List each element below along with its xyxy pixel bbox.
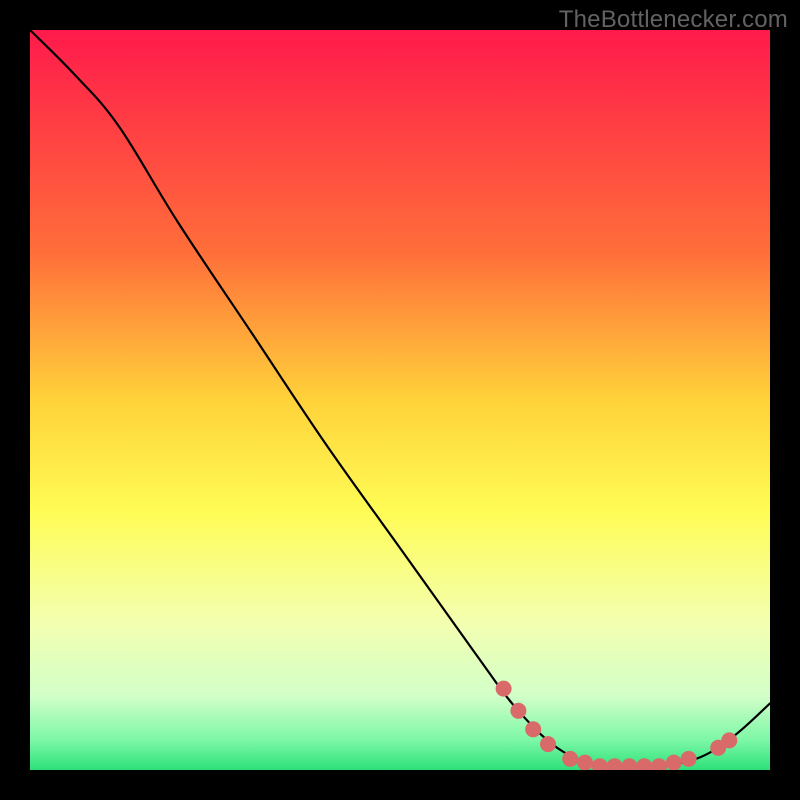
chart-svg bbox=[30, 30, 770, 770]
bottleneck-marker bbox=[681, 751, 697, 767]
bottleneck-chart bbox=[30, 30, 770, 770]
bottleneck-marker bbox=[562, 751, 578, 767]
bottleneck-marker bbox=[525, 721, 541, 737]
bottleneck-marker bbox=[540, 736, 556, 752]
bottleneck-marker bbox=[577, 755, 593, 770]
bottleneck-marker bbox=[496, 681, 512, 697]
bottleneck-marker bbox=[721, 732, 737, 748]
bottleneck-marker bbox=[510, 703, 526, 719]
bottleneck-marker bbox=[666, 755, 682, 770]
gradient-background bbox=[30, 30, 770, 770]
